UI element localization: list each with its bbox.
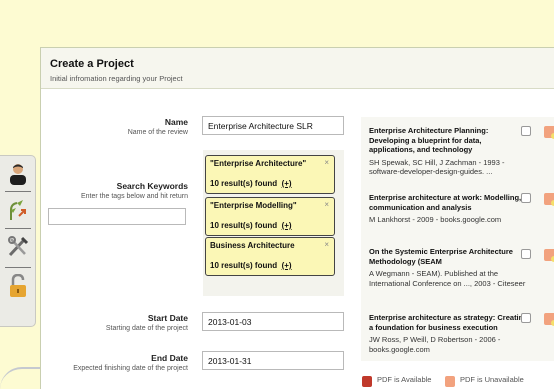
legend-unavailable: PDF is Unavailable [460,375,524,384]
result-meta: JW Ross, P Weill, D Robertson - 2006 - b… [369,335,501,354]
panel-header: Create a Project Initial infromation reg… [41,48,554,89]
tag-label: Business Architecture [210,241,295,250]
result-title[interactable]: Enterprise architecture as strategy: Cre… [369,313,529,332]
tag-label: "Enterprise Architecture" [210,159,307,168]
pdf-unavailable-icon [544,313,554,326]
page-title: Create a Project [50,58,134,70]
result-item[interactable]: Enterprise architecture at work: Modelli… [369,193,529,225]
result-meta: M Lankhorst - 2009 - books.google.com [369,215,502,224]
decorative-curve [0,367,40,389]
start-date-label: Start Date [147,313,188,323]
tag-result-count: 10 result(s) found (+) [210,221,292,230]
name-label: Name [164,117,188,127]
add-results-link[interactable]: (+) [282,221,292,230]
remove-tag-icon[interactable]: × [324,158,329,167]
user-icon[interactable] [7,162,29,186]
add-results-link[interactable]: (+) [282,261,292,270]
keyword-tag[interactable]: "Enterprise Architecture" × 10 result(s)… [205,155,335,194]
pdf-unavailable-icon [544,193,554,206]
start-date-label-group: Start Date Starting date of the project [106,313,188,332]
result-item[interactable]: On the Systemic Enterprise Architecture … [369,247,529,288]
tag-label: "Enterprise Modelling" [210,201,297,210]
add-results-link[interactable]: (+) [282,179,292,188]
name-label-group: Name Name of the review [128,117,188,136]
keyword-tag[interactable]: "Enterprise Modelling" × 10 result(s) fo… [205,197,335,236]
tools-icon[interactable] [7,235,29,259]
keyword-tag[interactable]: Business Architecture × 10 result(s) fou… [205,237,335,276]
result-item[interactable]: Enterprise Architecture Planning: Develo… [369,126,529,177]
result-meta: A Wegmann - SEAM). Published at the Inte… [369,269,526,288]
plant-icon[interactable] [7,198,29,222]
result-checkbox[interactable] [521,249,531,259]
toolbar-divider [5,191,31,192]
unlock-icon[interactable] [7,273,29,298]
start-date-description: Starting date of the project [105,325,188,332]
result-checkbox[interactable] [521,193,531,203]
start-date-input[interactable]: 2013-01-03 [202,312,344,331]
result-checkbox[interactable] [521,126,531,136]
keywords-description: Enter the tags below and hit return [80,193,188,200]
toolbar-divider [5,267,31,268]
pdf-unavailable-icon [544,249,554,262]
toolbar-divider [5,228,31,229]
end-date-description: Expected finishing date of the project [73,365,188,372]
name-input[interactable]: Enterprise Architecture SLR [202,116,344,135]
side-toolbar [0,155,36,327]
tag-result-count: 10 result(s) found (+) [210,261,292,270]
remove-tag-icon[interactable]: × [324,200,329,209]
result-meta: SH Spewak, SC Hill, J Zachman - 1993 - s… [369,157,505,177]
end-date-input[interactable]: 2013-01-31 [202,351,344,370]
remove-tag-icon[interactable]: × [324,240,329,249]
result-title[interactable]: On the Systemic Enterprise Architecture … [369,247,529,266]
result-checkbox[interactable] [521,313,531,323]
tag-result-count: 10 result(s) found (+) [210,179,292,188]
page-subtitle: Initial infromation regarding your Proje… [50,74,183,83]
name-description: Name of the review [127,129,188,136]
end-date-label: End Date [151,353,188,363]
result-title[interactable]: Enterprise Architecture Planning: Develo… [369,126,529,155]
pdf-unavailable-icon [445,376,455,387]
result-item[interactable]: Enterprise architecture as strategy: Cre… [369,313,529,354]
end-date-label-group: End Date Expected finishing date of the … [73,353,188,372]
pdf-available-icon [362,376,372,387]
keywords-label-group: Search Keywords Enter the tags below and… [81,181,188,200]
legend-available: PDF is Available [377,375,432,384]
result-title[interactable]: Enterprise architecture at work: Modelli… [369,193,529,212]
pdf-unavailable-icon [544,126,554,139]
keyword-input[interactable] [48,208,186,225]
keywords-label: Search Keywords [116,181,188,191]
